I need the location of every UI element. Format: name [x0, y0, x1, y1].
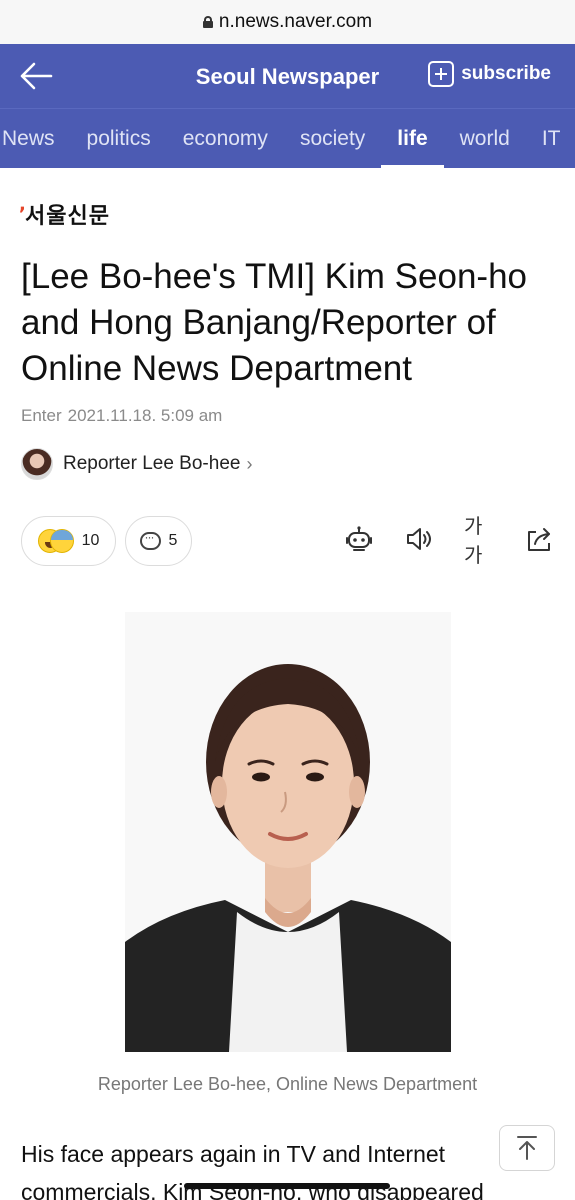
plus-icon — [428, 61, 455, 87]
scroll-to-top-button[interactable] — [499, 1125, 555, 1171]
sweat-emoji-icon — [49, 529, 74, 553]
logo-accent-mark: , — [19, 194, 27, 215]
comment-count: 5 — [168, 532, 178, 549]
site-header: Seoul Newspaper subscribe — [0, 44, 575, 108]
listen-button[interactable] — [404, 524, 434, 554]
reporter-name: Reporter Lee Bo-hee — [63, 453, 241, 474]
back-arrow-icon[interactable] — [18, 60, 54, 92]
tab-society[interactable]: society — [284, 109, 381, 168]
date-value: 2021.11.18. 5:09 am — [67, 406, 223, 425]
article-headline: [Lee Bo-hee's TMI] Kim Seon-ho and Hong … — [21, 257, 528, 388]
share-icon — [528, 528, 550, 551]
photo-caption: Reporter Lee Bo-hee, Online News Departm… — [97, 1074, 478, 1094]
subscribe-label: subscribe — [461, 63, 551, 84]
publisher-logo-text: 서울신문 — [25, 204, 110, 229]
robot-icon — [346, 526, 372, 551]
article-dateline: Enter 2021.11.18. 5:09 am — [21, 406, 554, 426]
font-size-button[interactable]: 가가 — [464, 516, 494, 567]
reporter-link[interactable]: Reporter Lee Bo-hee › — [21, 448, 554, 480]
subscribe-button[interactable]: subscribe — [428, 61, 551, 87]
reporter-photo[interactable] — [124, 612, 451, 1052]
reaction-button[interactable]: 10 — [21, 516, 116, 566]
article-actions: 10 5 — [21, 516, 554, 567]
tab-politics[interactable]: politics — [71, 109, 167, 168]
tab-world[interactable]: world — [444, 109, 526, 168]
publisher-logo[interactable]: , 서울신문 — [19, 194, 554, 230]
reporter-avatar — [21, 448, 53, 480]
browser-address-bar[interactable]: n.news.naver.com — [0, 0, 575, 44]
article-tools: 가가 — [344, 516, 554, 567]
comment-bubble-icon — [139, 530, 161, 550]
article-photo-container — [21, 612, 554, 1052]
share-button[interactable] — [524, 524, 554, 554]
chevron-right-icon: › — [246, 453, 253, 474]
reporter-portrait — [124, 612, 451, 1052]
url-text: n.news.naver.com — [218, 11, 373, 32]
article: , 서울신문 [Lee Bo-hee's TMI] Kim Seon-ho an… — [0, 194, 575, 1200]
section-tabs: News politics economy society life world… — [0, 108, 575, 168]
speaker-icon — [407, 528, 431, 550]
date-label: Enter — [21, 406, 62, 425]
reaction-count: 10 — [81, 532, 100, 549]
summary-bot-button[interactable] — [344, 524, 374, 554]
article-body: His face appears again in TV and Interne… — [21, 1135, 554, 1200]
arrow-up-to-top-icon — [517, 1136, 537, 1160]
lock-icon — [202, 16, 213, 28]
comment-button[interactable]: 5 — [125, 516, 192, 566]
tab-it[interactable]: IT — [526, 109, 575, 168]
tab-life[interactable]: life — [381, 109, 444, 168]
tab-economy[interactable]: economy — [167, 109, 284, 168]
tab-news[interactable]: News — [2, 109, 71, 168]
home-indicator[interactable] — [184, 1183, 390, 1189]
